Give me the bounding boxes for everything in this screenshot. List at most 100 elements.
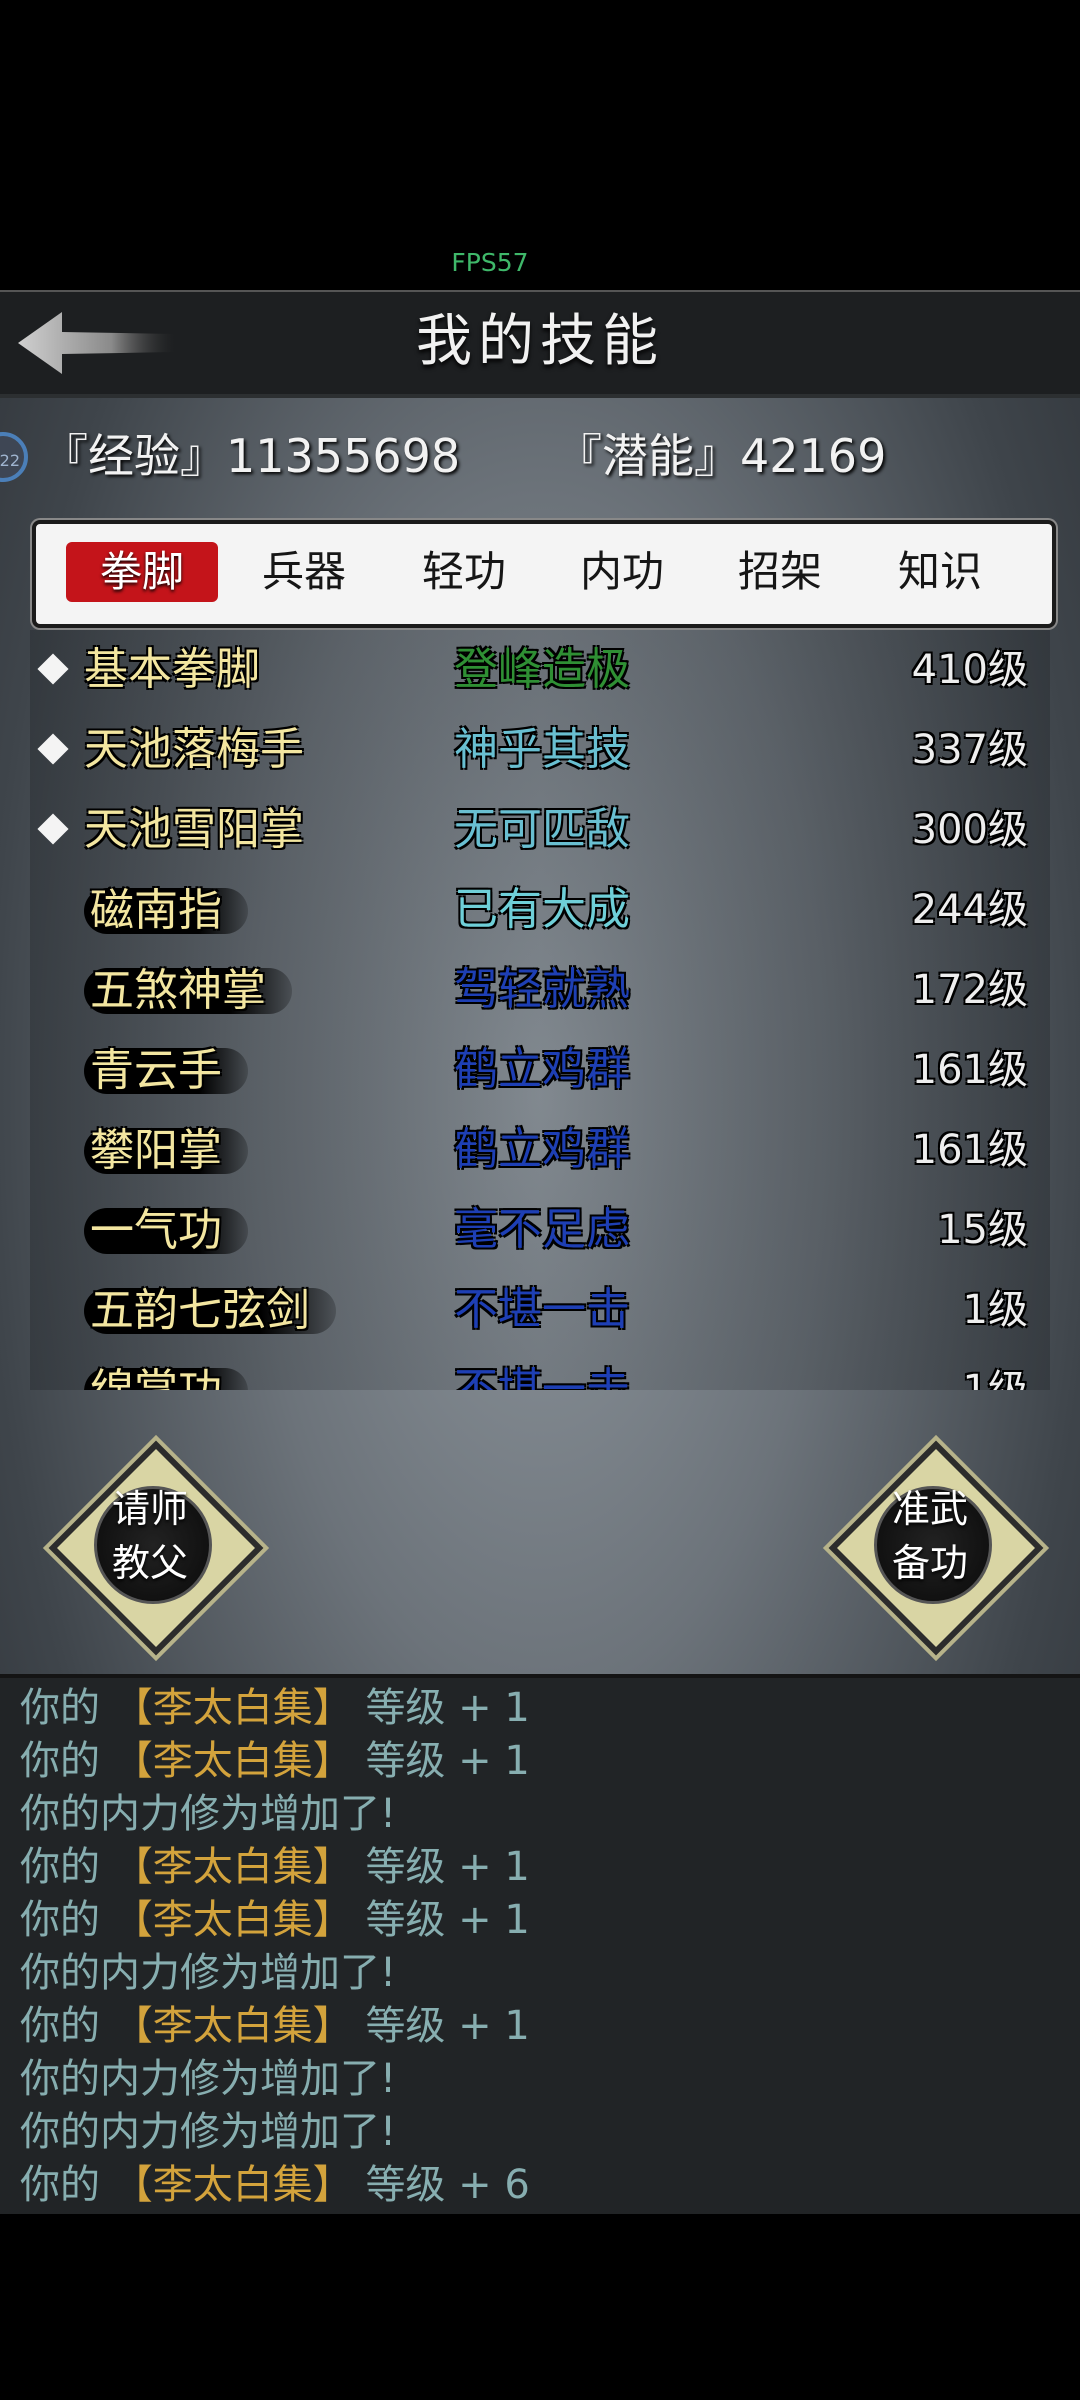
log-pre: 你的内力修为增加了! xyxy=(20,2056,397,2102)
log-post: 等级 + 6 xyxy=(365,2162,530,2208)
skill-name: 一气功 xyxy=(84,1208,248,1254)
skill-level: 244级 xyxy=(911,887,1028,933)
skill-name: 攀阳掌 xyxy=(84,1128,248,1174)
skill-row[interactable]: 绵掌功 不堪一击 1级 xyxy=(30,1350,1050,1390)
log-post: 等级 + 1 xyxy=(365,1844,530,1890)
log-pre: 你的 xyxy=(20,1685,100,1731)
skill-name: 五煞神掌 xyxy=(84,968,292,1014)
skill-rank: 已有大成 xyxy=(454,884,630,935)
experience-value: 『经验』11355698 xyxy=(42,429,461,483)
skill-level: 172级 xyxy=(911,967,1028,1013)
log-line: 你的 【李太白集】 等级 + 6 xyxy=(20,2159,530,2212)
log-post: 等级 + 1 xyxy=(365,1738,530,1784)
log-pre: 你的 xyxy=(20,1738,100,1784)
skill-row[interactable]: 青云手 鹤立鸡群 161级 xyxy=(30,1030,1050,1110)
skill-level: 1级 xyxy=(962,1367,1028,1390)
ask-master-label-line1: 请师 xyxy=(111,1487,188,1531)
skill-row[interactable]: 天池雪阳掌 无可匹敌 300级 xyxy=(30,790,1050,870)
tab-2[interactable]: 轻功 xyxy=(388,542,540,602)
log-line: 你的内力修为增加了! xyxy=(20,2053,396,2106)
skill-level: 337级 xyxy=(911,727,1028,773)
skill-row[interactable]: 磁南指 已有大成 244级 xyxy=(30,870,1050,950)
ask-master-label-line2: 教父 xyxy=(111,1541,188,1585)
log-line: 你的 【李太白集】 等级 + 1 xyxy=(20,1735,530,1788)
log-pre: 你的内力修为增加了! xyxy=(20,1791,397,1837)
skill-row[interactable]: 攀阳掌 鹤立鸡群 161级 xyxy=(30,1110,1050,1190)
potential-value: 『潜能』42169 xyxy=(556,429,887,483)
log-pre: 你的 xyxy=(20,2162,100,2208)
skill-rank: 毫不足虑 xyxy=(454,1204,630,1255)
skill-list: 基本拳脚 登峰造极 410级天池落梅手 神乎其技 337级天池雪阳掌 无可匹敌 300级磁南… xyxy=(30,630,1050,1390)
message-log[interactable]: 你的 【李太白集】 等级 + 1 你的 【李太白集】 等级 + 1 你的内力修为增加… xyxy=(0,1674,1080,2214)
ask-master-label: 请师 教父 xyxy=(90,1482,210,1590)
prepare-skill-label: 准武 备功 xyxy=(870,1482,990,1590)
skill-level: 410级 xyxy=(911,647,1028,693)
skill-rank: 鹤立鸡群 xyxy=(454,1124,630,1175)
fps-counter: FPS57 xyxy=(451,248,529,277)
log-item: 【李太白集】 xyxy=(112,2162,353,2208)
tab-3[interactable]: 内功 xyxy=(546,542,698,602)
log-line: 你的 【李太白集】 等级 + 1 xyxy=(20,1894,530,1947)
log-line: 你的 【李太白集】 等级 + 1 xyxy=(20,1682,530,1735)
skill-rank: 登峰造极 xyxy=(454,644,630,695)
log-post: 等级 + 1 xyxy=(365,1685,530,1731)
skill-rank: 不堪一击 xyxy=(454,1364,630,1390)
log-item: 【李太白集】 xyxy=(112,1897,353,1943)
skill-level: 161级 xyxy=(911,1047,1028,1093)
log-line: 你的 【李太白集】 等级 + 1 xyxy=(20,2000,530,2053)
skill-name: 天池落梅手 xyxy=(84,724,304,775)
skill-level: 1级 xyxy=(962,1287,1028,1333)
skill-name: 绵掌功 xyxy=(84,1368,248,1390)
skills-screen: 我的技能 22 『经验』11355698 『潜能』42169 拳脚 兵器 轻功 内功招… xyxy=(0,290,1080,2214)
log-pre: 你的内力修为增加了! xyxy=(20,2109,397,2155)
tab-5[interactable]: 知识 xyxy=(864,542,1016,602)
log-item: 【李太白集】 xyxy=(112,2003,353,2049)
prepare-skill-button[interactable]: 准武 备功 xyxy=(828,1440,1044,1656)
log-pre: 你的 xyxy=(20,2003,100,2049)
tab-0[interactable]: 拳脚 xyxy=(66,542,218,602)
log-line: 你的内力修为增加了! xyxy=(20,2106,396,2159)
skill-name: 天池雪阳掌 xyxy=(84,804,304,855)
skill-rank: 不堪一击 xyxy=(454,1284,630,1335)
log-pre: 你的 xyxy=(20,1844,100,1890)
tab-4[interactable]: 招架 xyxy=(704,542,856,602)
page-title: 我的技能 xyxy=(416,309,664,374)
enabled-diamond-icon xyxy=(37,813,69,845)
skill-rank: 鹤立鸡群 xyxy=(454,1044,630,1095)
avatar[interactable]: 22 xyxy=(0,432,28,482)
skill-rank: 无可匹敌 xyxy=(454,804,630,855)
log-item: 【李太白集】 xyxy=(112,1738,353,1784)
skill-rank: 神乎其技 xyxy=(454,724,630,775)
skill-name: 基本拳脚 xyxy=(84,644,260,695)
skill-level: 161级 xyxy=(911,1127,1028,1173)
ask-master-button[interactable]: 请师 教父 xyxy=(48,1440,264,1656)
skill-level: 15级 xyxy=(937,1207,1028,1253)
log-line: 你的内力修为增加了! xyxy=(20,1788,396,1841)
skill-level: 300级 xyxy=(911,807,1028,853)
skill-category-tabs: 拳脚 兵器 轻功 内功 招架 知识 xyxy=(32,520,1056,628)
prepare-skill-label-line2: 备功 xyxy=(891,1541,968,1585)
skill-row[interactable]: 一气功 毫不足虑 15级 xyxy=(30,1190,1050,1270)
enabled-diamond-icon xyxy=(37,653,69,685)
skill-row[interactable]: 基本拳脚 登峰造极 410级 xyxy=(30,630,1050,710)
prepare-skill-label-line1: 准武 xyxy=(891,1487,968,1531)
skill-name: 青云手 xyxy=(84,1048,248,1094)
skill-row[interactable]: 天池落梅手 神乎其技 337级 xyxy=(30,710,1050,790)
enabled-diamond-icon xyxy=(37,733,69,765)
title-bar: 我的技能 xyxy=(0,290,1080,398)
log-post: 等级 + 1 xyxy=(365,2003,530,2049)
log-pre: 你的 xyxy=(20,1897,100,1943)
log-line: 你的内力修为增加了! xyxy=(20,1947,396,2000)
skill-rank: 驾轻就熟 xyxy=(454,964,630,1015)
stats-bar: 22 『经验』11355698 『潜能』42169 xyxy=(0,410,1080,500)
skill-name: 五韵七弦剑 xyxy=(84,1288,336,1334)
skill-name: 磁南指 xyxy=(84,888,248,934)
tab-1[interactable]: 兵器 xyxy=(228,542,380,602)
log-line: 你的 【李太白集】 等级 + 1 xyxy=(20,1841,530,1894)
log-pre: 你的内力修为增加了! xyxy=(20,1950,397,1996)
skill-row[interactable]: 五韵七弦剑 不堪一击 1级 xyxy=(30,1270,1050,1350)
log-item: 【李太白集】 xyxy=(112,1685,353,1731)
skill-row[interactable]: 五煞神掌 驾轻就熟 172级 xyxy=(30,950,1050,1030)
log-item: 【李太白集】 xyxy=(112,1844,353,1890)
log-post: 等级 + 1 xyxy=(365,1897,530,1943)
